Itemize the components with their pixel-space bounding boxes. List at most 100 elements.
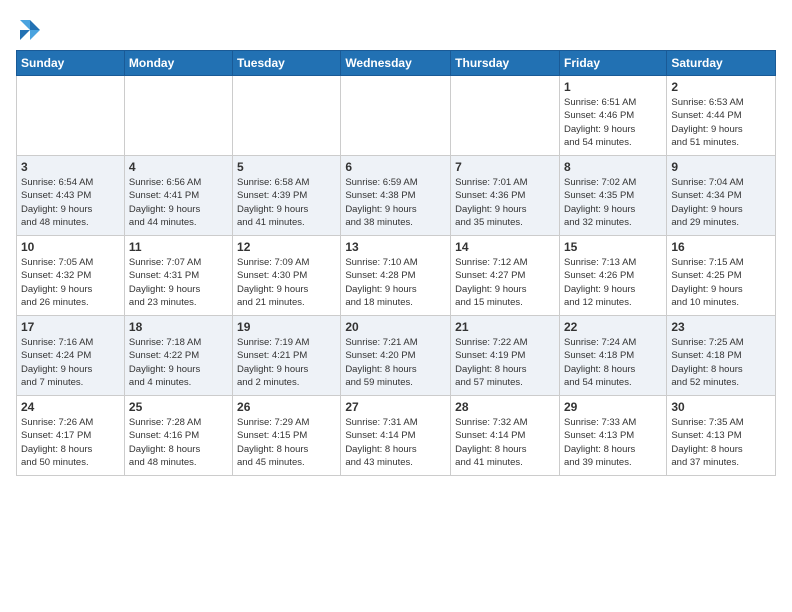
calendar-cell: 2 Sunrise: 6:53 AM Sunset: 4:44 PM Daylig… — [667, 76, 776, 156]
day-info: Sunrise: 7:19 AM Sunset: 4:21 PM Dayligh… — [237, 336, 336, 389]
weekday-header-friday: Friday — [559, 51, 666, 76]
day-number: 25 — [129, 400, 228, 414]
day-number: 17 — [21, 320, 120, 334]
day-info: Sunrise: 7:07 AM Sunset: 4:31 PM Dayligh… — [129, 256, 228, 309]
weekday-header-sunday: Sunday — [17, 51, 125, 76]
day-number: 30 — [671, 400, 771, 414]
calendar-cell: 20 Sunrise: 7:21 AM Sunset: 4:20 PM Dayli… — [341, 316, 451, 396]
calendar-cell: 21 Sunrise: 7:22 AM Sunset: 4:19 PM Dayli… — [451, 316, 560, 396]
calendar-cell — [17, 76, 125, 156]
calendar-cell: 11 Sunrise: 7:07 AM Sunset: 4:31 PM Dayli… — [124, 236, 232, 316]
day-number: 23 — [671, 320, 771, 334]
day-number: 4 — [129, 160, 228, 174]
day-info: Sunrise: 7:21 AM Sunset: 4:20 PM Dayligh… — [345, 336, 446, 389]
day-info: Sunrise: 7:25 AM Sunset: 4:18 PM Dayligh… — [671, 336, 771, 389]
day-info: Sunrise: 7:35 AM Sunset: 4:13 PM Dayligh… — [671, 416, 771, 469]
calendar-cell — [124, 76, 232, 156]
calendar-week-3: 10 Sunrise: 7:05 AM Sunset: 4:32 PM Dayli… — [17, 236, 776, 316]
calendar-table: SundayMondayTuesdayWednesdayThursdayFrid… — [16, 50, 776, 476]
day-info: Sunrise: 7:16 AM Sunset: 4:24 PM Dayligh… — [21, 336, 120, 389]
day-number: 20 — [345, 320, 446, 334]
calendar-cell: 25Sunrise: 7:28 AM Sunset: 4:16 PM Dayli… — [124, 396, 232, 476]
day-info: Sunrise: 6:59 AM Sunset: 4:38 PM Dayligh… — [345, 176, 446, 229]
day-info: Sunrise: 6:51 AM Sunset: 4:46 PM Dayligh… — [564, 96, 662, 149]
calendar-cell: 29 Sunrise: 7:33 AM Sunset: 4:13 PM Dayli… — [559, 396, 666, 476]
day-number: 19 — [237, 320, 336, 334]
weekday-header-thursday: Thursday — [451, 51, 560, 76]
day-number: 1 — [564, 80, 662, 94]
day-info: Sunrise: 7:05 AM Sunset: 4:32 PM Dayligh… — [21, 256, 120, 309]
day-number: 16 — [671, 240, 771, 254]
day-info: Sunrise: 7:29 AM Sunset: 4:15 PM Dayligh… — [237, 416, 336, 469]
day-info: Sunrise: 6:53 AM Sunset: 4:44 PM Dayligh… — [671, 96, 771, 149]
calendar-cell: 22 Sunrise: 7:24 AM Sunset: 4:18 PM Dayli… — [559, 316, 666, 396]
weekday-header-row: SundayMondayTuesdayWednesdayThursdayFrid… — [17, 51, 776, 76]
calendar-cell: 17 Sunrise: 7:16 AM Sunset: 4:24 PM Dayli… — [17, 316, 125, 396]
page-header — [16, 16, 776, 44]
day-number: 18 — [129, 320, 228, 334]
day-number: 15 — [564, 240, 662, 254]
day-info: Sunrise: 7:01 AM Sunset: 4:36 PM Dayligh… — [455, 176, 555, 229]
calendar-week-1: 1 Sunrise: 6:51 AM Sunset: 4:46 PM Daylig… — [17, 76, 776, 156]
day-info: Sunrise: 7:24 AM Sunset: 4:18 PM Dayligh… — [564, 336, 662, 389]
day-info: Sunrise: 7:13 AM Sunset: 4:26 PM Dayligh… — [564, 256, 662, 309]
calendar-cell: 6Sunrise: 6:59 AM Sunset: 4:38 PM Daylig… — [341, 156, 451, 236]
day-info: Sunrise: 7:33 AM Sunset: 4:13 PM Dayligh… — [564, 416, 662, 469]
calendar-cell: 8Sunrise: 7:02 AM Sunset: 4:35 PM Daylig… — [559, 156, 666, 236]
day-info: Sunrise: 7:18 AM Sunset: 4:22 PM Dayligh… — [129, 336, 228, 389]
calendar-cell: 19 Sunrise: 7:19 AM Sunset: 4:21 PM Dayli… — [233, 316, 341, 396]
day-number: 27 — [345, 400, 446, 414]
day-number: 29 — [564, 400, 662, 414]
calendar-cell: 28 Sunrise: 7:32 AM Sunset: 4:14 PM Dayli… — [451, 396, 560, 476]
day-number: 22 — [564, 320, 662, 334]
day-number: 14 — [455, 240, 555, 254]
calendar-week-2: 3 Sunrise: 6:54 AM Sunset: 4:43 PM Daylig… — [17, 156, 776, 236]
day-info: Sunrise: 7:26 AM Sunset: 4:17 PM Dayligh… — [21, 416, 120, 469]
day-info: Sunrise: 7:32 AM Sunset: 4:14 PM Dayligh… — [455, 416, 555, 469]
day-number: 12 — [237, 240, 336, 254]
calendar-cell: 27 Sunrise: 7:31 AM Sunset: 4:14 PM Dayli… — [341, 396, 451, 476]
day-info: Sunrise: 7:15 AM Sunset: 4:25 PM Dayligh… — [671, 256, 771, 309]
day-info: Sunrise: 6:56 AM Sunset: 4:41 PM Dayligh… — [129, 176, 228, 229]
weekday-header-monday: Monday — [124, 51, 232, 76]
day-number: 5 — [237, 160, 336, 174]
day-number: 2 — [671, 80, 771, 94]
calendar-cell: 10 Sunrise: 7:05 AM Sunset: 4:32 PM Dayli… — [17, 236, 125, 316]
day-number: 28 — [455, 400, 555, 414]
calendar-cell: 12 Sunrise: 7:09 AM Sunset: 4:30 PM Dayli… — [233, 236, 341, 316]
day-info: Sunrise: 7:09 AM Sunset: 4:30 PM Dayligh… — [237, 256, 336, 309]
logo-icon — [16, 16, 44, 44]
calendar-cell: 30 Sunrise: 7:35 AM Sunset: 4:13 PM Dayli… — [667, 396, 776, 476]
day-number: 26 — [237, 400, 336, 414]
calendar-cell — [233, 76, 341, 156]
calendar-cell: 5 Sunrise: 6:58 AM Sunset: 4:39 PM Daylig… — [233, 156, 341, 236]
day-number: 21 — [455, 320, 555, 334]
calendar-cell: 1 Sunrise: 6:51 AM Sunset: 4:46 PM Daylig… — [559, 76, 666, 156]
calendar-cell: 24 Sunrise: 7:26 AM Sunset: 4:17 PM Dayli… — [17, 396, 125, 476]
calendar-cell: 9 Sunrise: 7:04 AM Sunset: 4:34 PM Daylig… — [667, 156, 776, 236]
day-number: 13 — [345, 240, 446, 254]
day-number: 8 — [564, 160, 662, 174]
day-info: Sunrise: 7:22 AM Sunset: 4:19 PM Dayligh… — [455, 336, 555, 389]
calendar-cell: 26 Sunrise: 7:29 AM Sunset: 4:15 PM Dayli… — [233, 396, 341, 476]
day-number: 3 — [21, 160, 120, 174]
day-number: 10 — [21, 240, 120, 254]
calendar-cell — [341, 76, 451, 156]
weekday-header-wednesday: Wednesday — [341, 51, 451, 76]
day-info: Sunrise: 6:54 AM Sunset: 4:43 PM Dayligh… — [21, 176, 120, 229]
calendar-cell: 4 Sunrise: 6:56 AM Sunset: 4:41 PM Daylig… — [124, 156, 232, 236]
day-info: Sunrise: 7:04 AM Sunset: 4:34 PM Dayligh… — [671, 176, 771, 229]
calendar-cell: 15 Sunrise: 7:13 AM Sunset: 4:26 PM Dayli… — [559, 236, 666, 316]
day-info: Sunrise: 6:58 AM Sunset: 4:39 PM Dayligh… — [237, 176, 336, 229]
day-info: Sunrise: 7:31 AM Sunset: 4:14 PM Dayligh… — [345, 416, 446, 469]
day-number: 24 — [21, 400, 120, 414]
weekday-header-saturday: Saturday — [667, 51, 776, 76]
calendar-cell: 16 Sunrise: 7:15 AM Sunset: 4:25 PM Dayli… — [667, 236, 776, 316]
calendar-cell: 18 Sunrise: 7:18 AM Sunset: 4:22 PM Dayli… — [124, 316, 232, 396]
day-number: 11 — [129, 240, 228, 254]
day-number: 9 — [671, 160, 771, 174]
calendar-cell: 7Sunrise: 7:01 AM Sunset: 4:36 PM Daylig… — [451, 156, 560, 236]
calendar-cell: 23 Sunrise: 7:25 AM Sunset: 4:18 PM Dayli… — [667, 316, 776, 396]
day-info: Sunrise: 7:12 AM Sunset: 4:27 PM Dayligh… — [455, 256, 555, 309]
calendar-week-5: 24 Sunrise: 7:26 AM Sunset: 4:17 PM Dayli… — [17, 396, 776, 476]
